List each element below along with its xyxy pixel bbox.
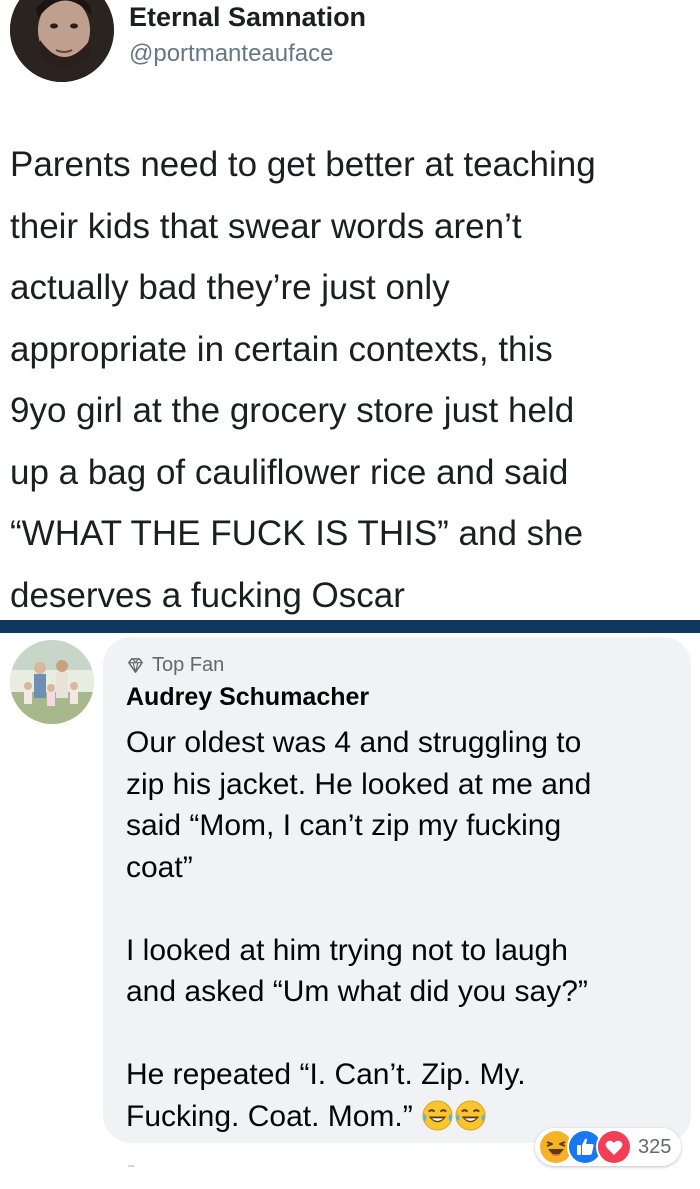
facebook-comment: Top Fan Audrey Schumacher Our oldest was…: [0, 633, 700, 1189]
tweet-handle[interactable]: @portmanteauface: [129, 40, 333, 68]
comment-line: zip his jacket. He looked at me and: [126, 767, 592, 801]
tears-of-joy-icon: [422, 1099, 453, 1131]
reaction-summary[interactable]: 325: [535, 1128, 682, 1166]
section-divider: [0, 620, 700, 633]
tweet-line: “WHAT THE FUCK IS THIS” and she: [10, 514, 584, 553]
tweet-text: Parents need to get better at teaching t…: [10, 134, 690, 626]
top-fan-badge: Top Fan: [126, 654, 224, 677]
tweet-line: their kids that swear words aren’t: [10, 206, 522, 246]
tweet-line: deserves a fucking Oscar: [10, 575, 405, 615]
top-fan-label: Top Fan: [152, 654, 225, 676]
comment-line: I looked at him trying not to laugh: [126, 933, 568, 967]
reaction-count: 325: [638, 1135, 672, 1158]
tweet-line: actually bad they’re just only: [10, 268, 450, 307]
commenter-avatar[interactable]: [10, 640, 94, 724]
comment-bubble: Top Fan Audrey Schumacher Our oldest was…: [103, 637, 691, 1143]
comment-author[interactable]: Audrey Schumacher: [126, 683, 369, 712]
tweet-author-name[interactable]: Eternal Samnation: [129, 2, 366, 33]
comment-line: and asked “Um what did you say?”: [126, 975, 588, 1008]
comment-line: [126, 1013, 686, 1055]
comment-line: He repeated “I. Can’t. Zip. My.: [126, 1058, 526, 1091]
tears-of-joy-icon: [455, 1099, 486, 1131]
tweet-line: Parents need to get better at teaching: [10, 145, 596, 184]
comment-line: said “Mom, I can’t zip my fucking: [126, 809, 562, 842]
comment-line: Fucking. Coat. Mom.”: [126, 1099, 413, 1133]
comment-text: Our oldest was 4 and struggling to zip h…: [126, 722, 686, 1137]
love-icon: [596, 1129, 632, 1165]
family-photo-icon: [10, 640, 94, 724]
tweet-line: up a bag of cauliflower rice and said: [10, 452, 569, 492]
tweet-line: 9yo girl at the grocery store just held: [10, 391, 575, 430]
tweet-avatar[interactable]: [10, 0, 114, 82]
comment-line: [126, 888, 686, 930]
man-portrait-icon: [10, 0, 114, 82]
tweet-line: appropriate in certain contexts, this: [10, 329, 553, 369]
tweet-card: Eternal Samnation @portmanteauface Paren…: [0, 0, 700, 620]
comment-line: coat”: [126, 850, 193, 884]
diamond-icon: [128, 658, 143, 673]
divider-dot: [128, 1165, 134, 1167]
comment-line: Our oldest was 4 and struggling to: [126, 726, 582, 759]
